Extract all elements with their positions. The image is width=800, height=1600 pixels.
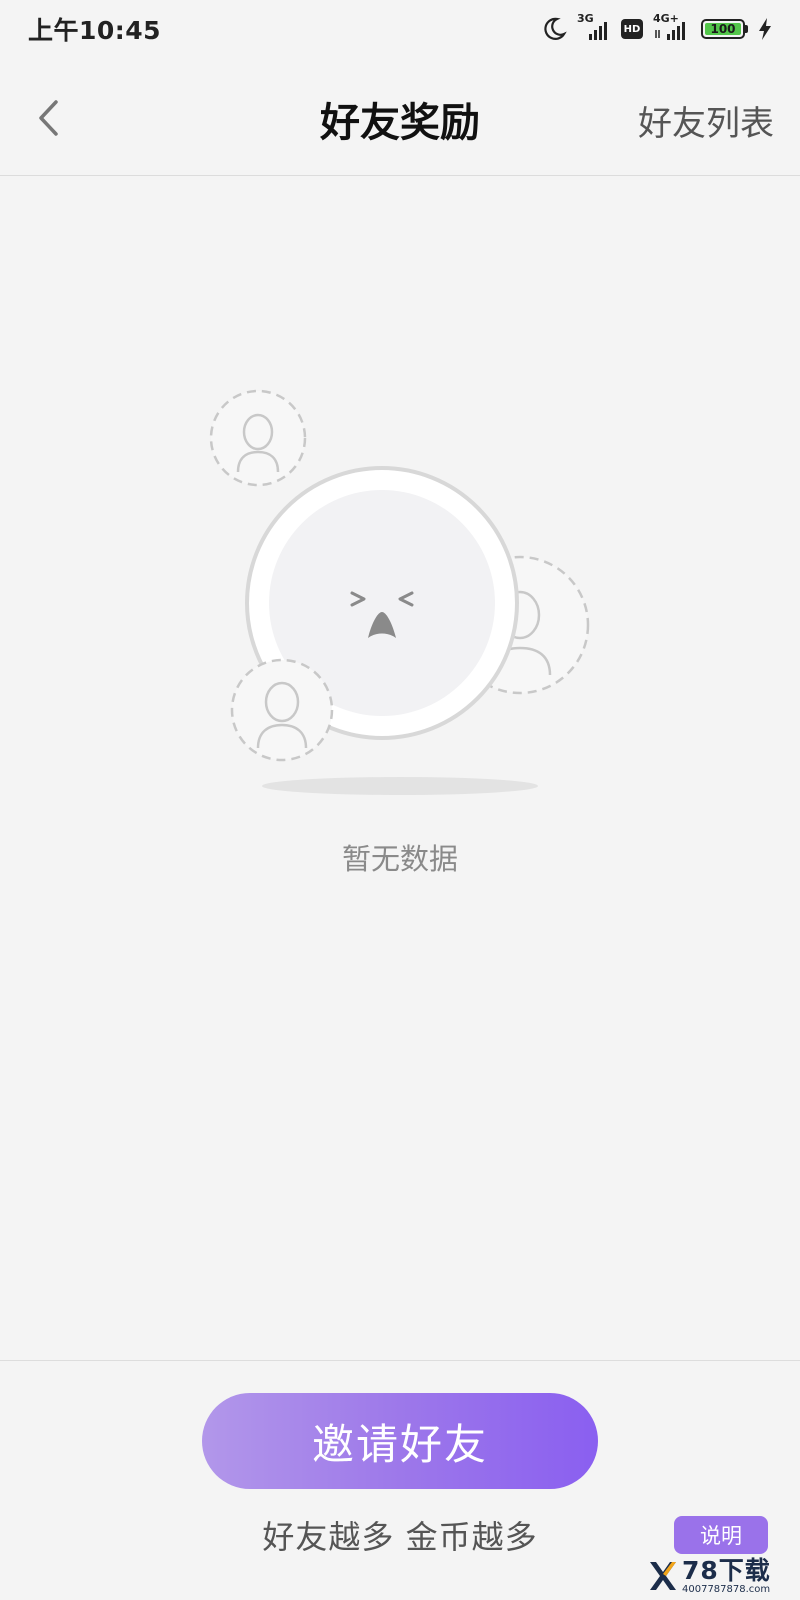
signal-3g-icon: 3G bbox=[577, 12, 611, 42]
signal-4g-icon: 4G+ bbox=[653, 12, 691, 42]
screen: 上午10:45 3G HD 4G+ 100 好友奖励 好友列表 暂无数据 邀请好… bbox=[0, 0, 800, 1600]
charging-icon bbox=[758, 17, 772, 41]
network-3g-label: 3G bbox=[577, 12, 594, 25]
empty-state-illustration bbox=[200, 380, 600, 800]
battery-icon: 100 bbox=[701, 19, 748, 39]
moon-icon bbox=[541, 16, 567, 42]
chevron-left-icon bbox=[39, 100, 58, 136]
watermark-sub-text: 4007787878.com bbox=[682, 1583, 771, 1595]
network-4g-label: 4G+ bbox=[653, 12, 679, 25]
avatar-placeholder-icon bbox=[230, 658, 334, 762]
hd-icon: HD bbox=[621, 19, 643, 39]
explain-button[interactable]: 说明 bbox=[674, 1516, 768, 1554]
divider bbox=[0, 1360, 800, 1361]
watermark-main-text: 78下载 bbox=[682, 1555, 771, 1585]
shadow-ellipse bbox=[262, 777, 538, 795]
invite-friends-button[interactable]: 邀请好友 bbox=[202, 1393, 598, 1489]
avatar-placeholder-icon bbox=[209, 389, 307, 487]
watermark-logo: 78下载 4007787878.com bbox=[648, 1556, 794, 1596]
friend-list-link[interactable]: 好友列表 bbox=[638, 96, 774, 145]
battery-level: 100 bbox=[705, 23, 741, 35]
status-icons: 3G HD 4G+ 100 bbox=[541, 12, 772, 42]
hd-label: HD bbox=[623, 23, 641, 35]
x-logo-icon bbox=[650, 1562, 676, 1590]
nav-bar: 好友奖励 好友列表 bbox=[0, 58, 800, 176]
status-time: 上午10:45 bbox=[28, 16, 162, 45]
status-bar: 上午10:45 3G HD 4G+ 100 bbox=[0, 0, 800, 58]
empty-state-text: 暂无数据 bbox=[341, 842, 458, 876]
back-button[interactable] bbox=[28, 88, 68, 148]
